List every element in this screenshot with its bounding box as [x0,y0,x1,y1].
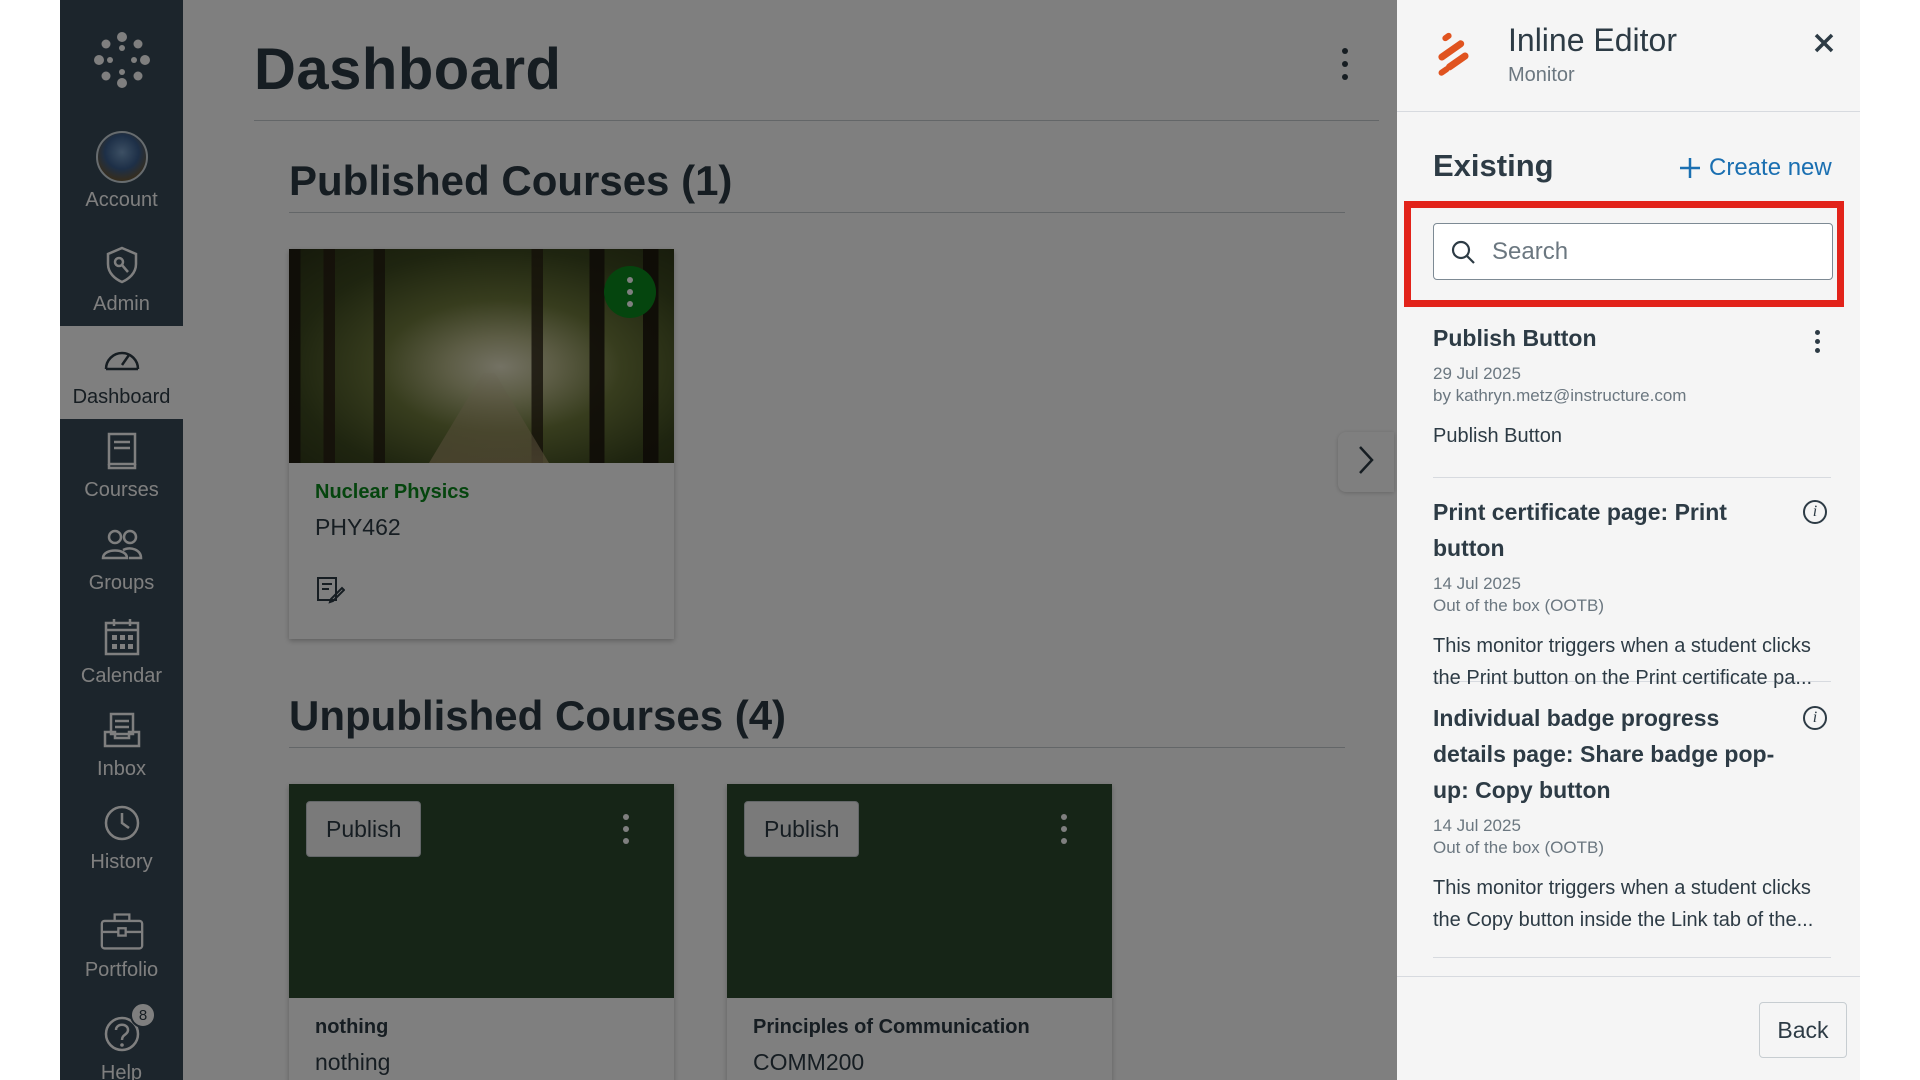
close-icon [1814,33,1834,53]
search-icon [1451,240,1475,264]
monitor-item[interactable]: Individual badge progress details page: … [1433,700,1831,958]
monitor-title: Individual badge progress details page: … [1433,705,1775,803]
monitor-author: by kathryn.metz@instructure.com [1433,386,1687,405]
monitor-item[interactable]: Publish Button 29 Jul 2025 by kathryn.me… [1433,320,1831,478]
info-icon[interactable]: i [1803,706,1831,734]
monitor-date: 14 Jul 2025 [1433,574,1521,593]
back-button[interactable]: Back [1759,1002,1847,1058]
monitor-date: 14 Jul 2025 [1433,816,1521,835]
existing-heading: Existing [1433,148,1554,183]
monitor-date: 29 Jul 2025 [1433,364,1521,383]
create-new-button[interactable]: Create new [1679,154,1832,182]
panel-header: Inline Editor Monitor [1397,0,1860,112]
search-input[interactable] [1492,237,1812,266]
monitor-description: This monitor triggers when a student cli… [1433,877,1814,931]
monitor-item[interactable]: Print certificate page: Print button i 1… [1433,494,1831,689]
app-frame: Account Admin Dashboard Courses Groups [60,0,1860,1080]
inline-editor-panel: Inline Editor Monitor Existing Create ne… [1397,0,1860,1080]
monitor-author: Out of the box (OOTB) [1433,596,1605,615]
create-new-label: Create new [1709,154,1832,181]
info-icon[interactable]: i [1803,500,1831,528]
monitor-title: Print certificate page: Print button [1433,499,1727,561]
close-button[interactable] [1809,28,1839,58]
more-vertical-icon [1803,328,1831,353]
monitor-author: Out of the box (OOTB) [1433,838,1605,857]
monitor-description: This monitor triggers when a student cli… [1433,635,1813,689]
plus-icon [1680,158,1700,178]
panel-subtitle: Monitor [1508,64,1575,86]
search-field[interactable] [1433,223,1833,280]
monitor-title: Publish Button [1433,325,1597,351]
monitor-description: Publish Button [1433,425,1562,447]
pendo-logo-icon [1432,30,1476,78]
panel-title: Inline Editor [1508,22,1677,58]
monitor-options-button[interactable] [1803,328,1831,356]
